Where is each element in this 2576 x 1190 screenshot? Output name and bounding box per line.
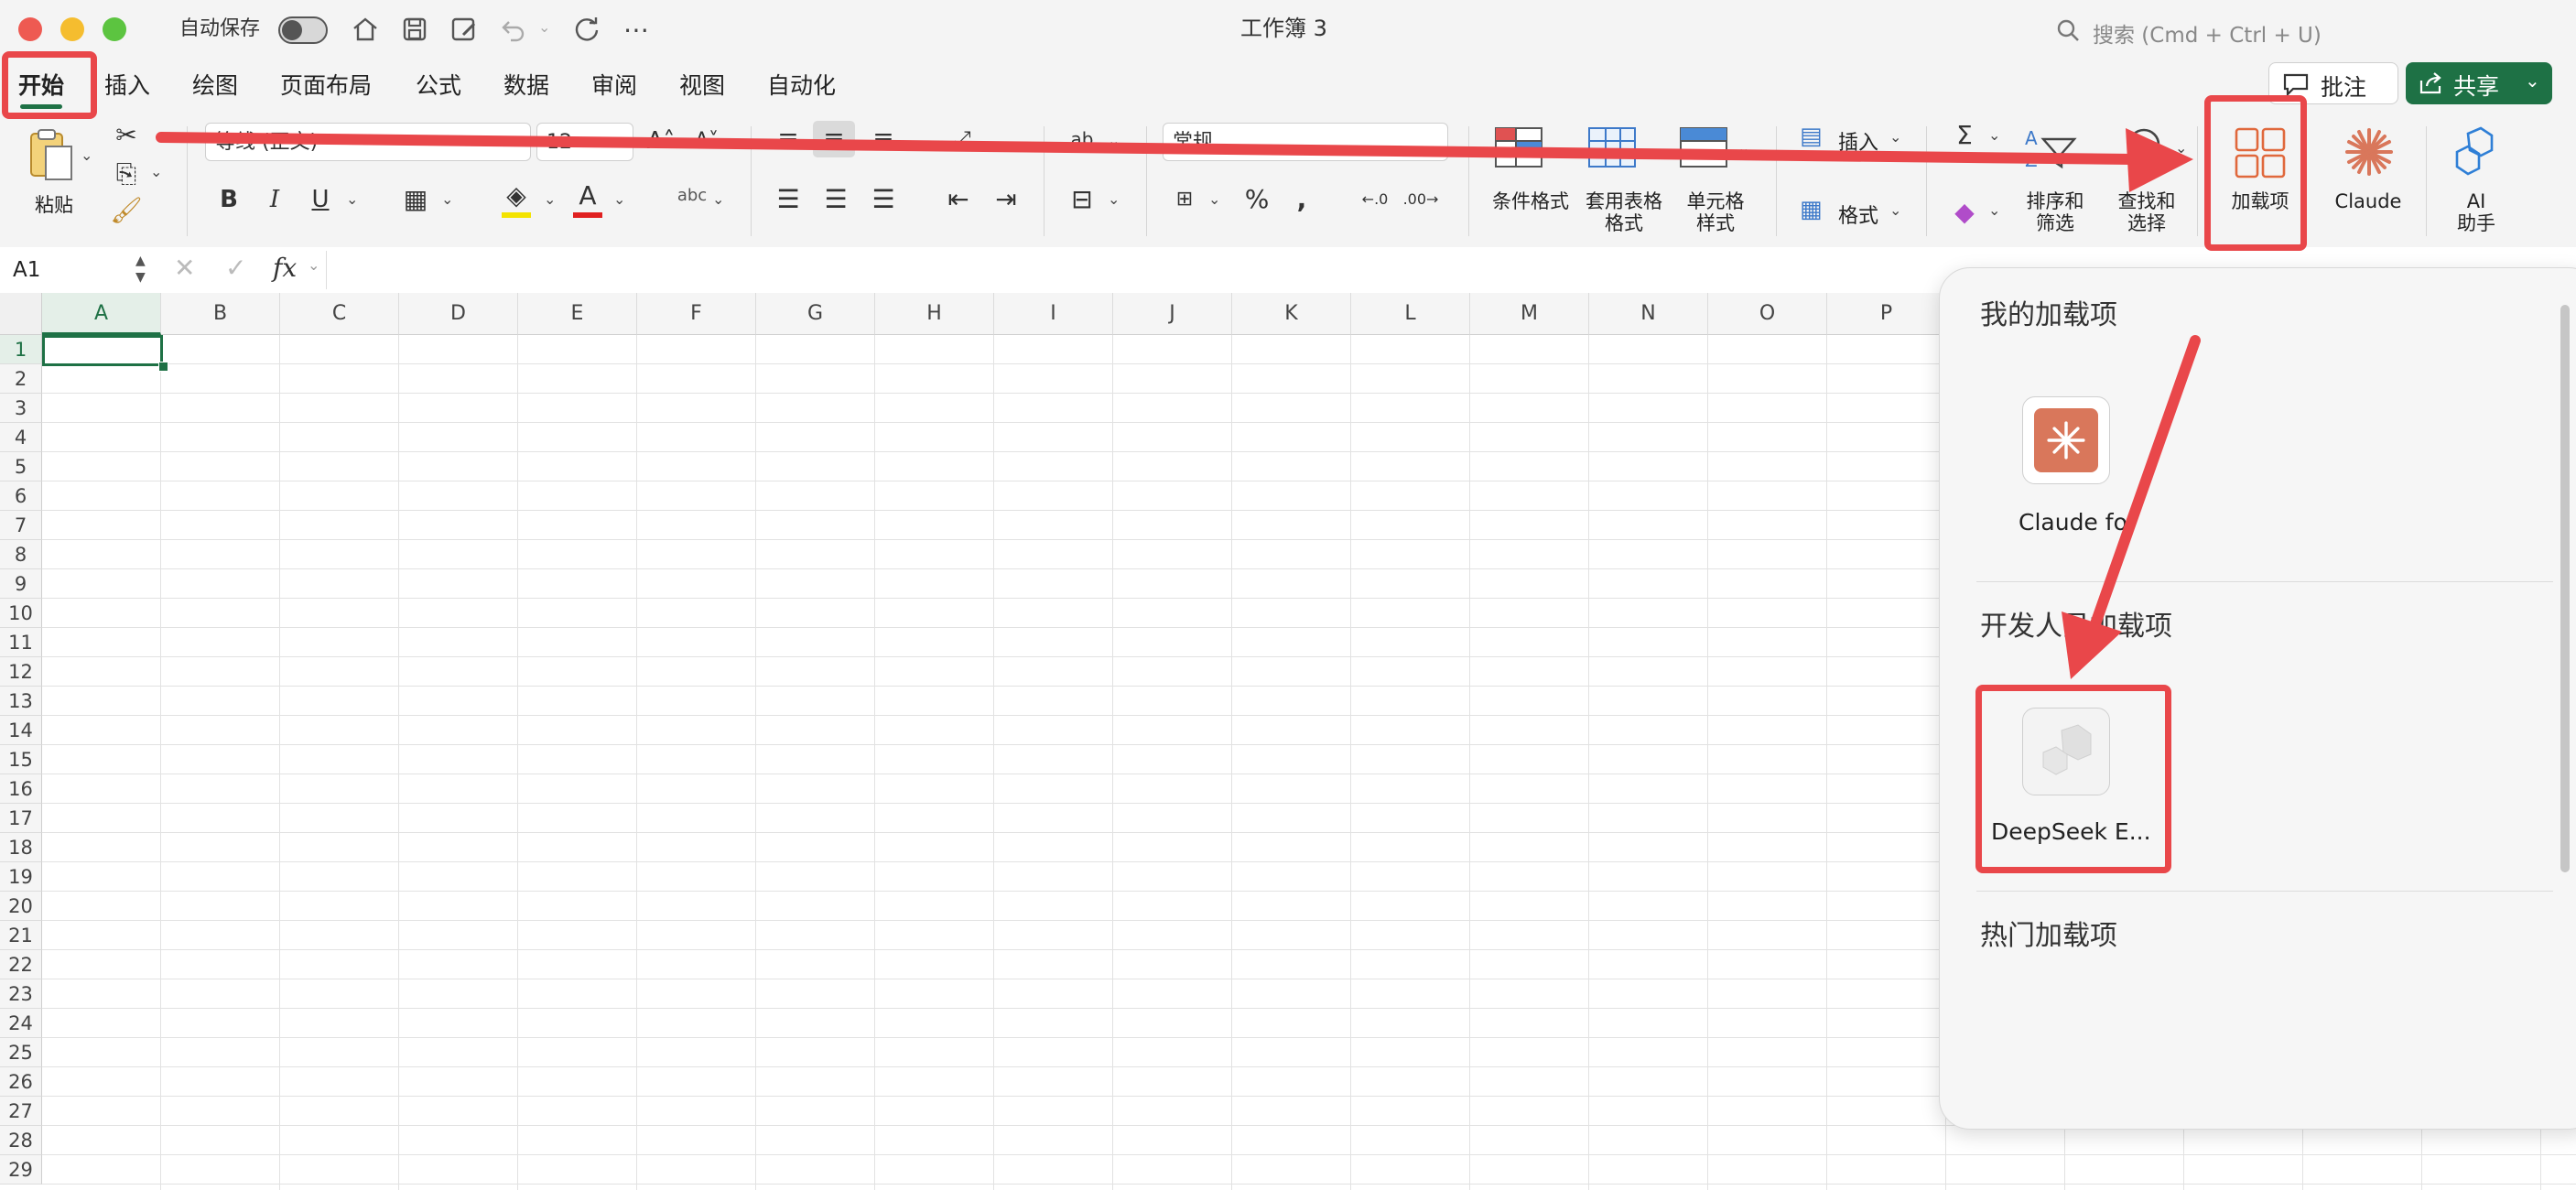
arrow-home-to-addins [156, 128, 2193, 192]
annotation-arrows [156, 128, 2201, 679]
arrow-addins-to-deepseek [2062, 335, 2201, 679]
